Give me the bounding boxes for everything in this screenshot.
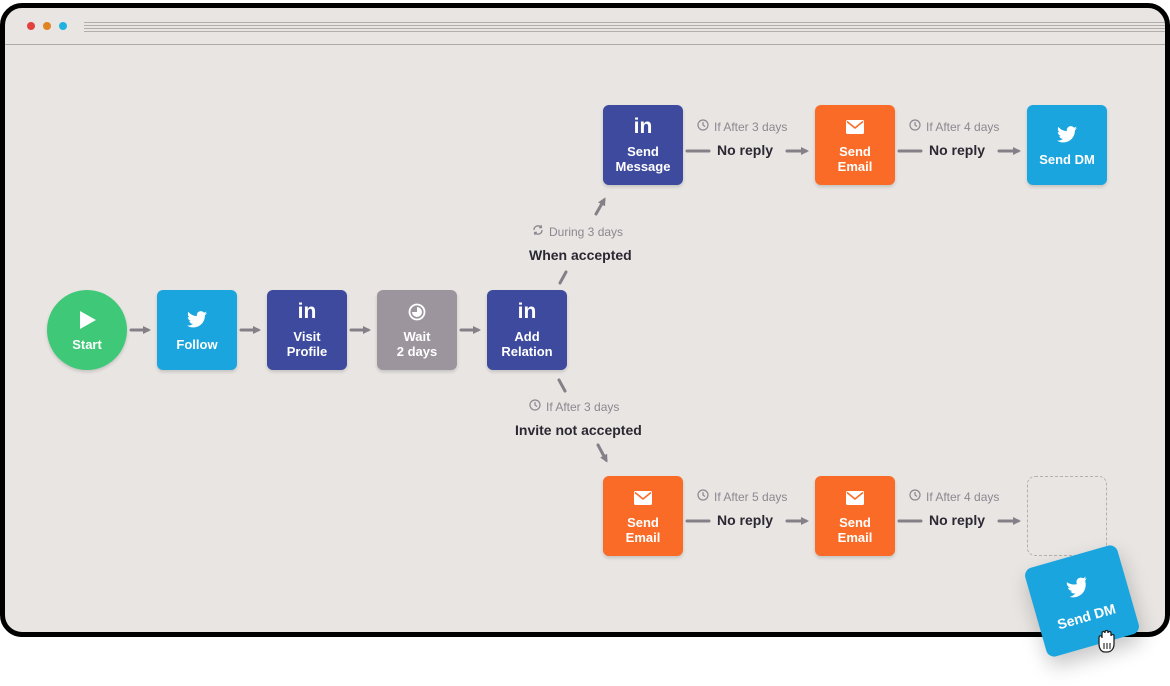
condition-label: No reply [717,512,774,528]
condition-timer-text: If After 5 days [714,489,788,504]
twitter-icon [1065,575,1092,603]
node-label: Send DM [1039,151,1095,167]
follow-node[interactable]: Follow [157,290,237,370]
node-label: Send [627,144,659,159]
arrow-accepted-message [594,197,606,216]
node-label: Email [837,530,873,545]
node-label: 2 days [396,344,438,359]
clock-icon [909,119,921,134]
linkedin-icon: in [517,300,537,323]
condition-label: Invite not accepted [515,422,642,438]
send-email-node[interactable]: Send Email [815,105,895,185]
mail-icon [634,487,652,509]
line-add-accepted [558,270,568,285]
twitter-icon [187,309,207,331]
empty-drop-slot[interactable] [1027,476,1107,556]
timer-icon [408,301,426,323]
grab-cursor-icon [1093,626,1121,654]
linkedin-icon: in [633,115,653,138]
node-label: Send [627,515,659,530]
condition-timer: If After 3 days [697,119,787,134]
clock-icon [697,119,709,134]
condition-timer-text: During 3 days [549,224,624,239]
start-node[interactable]: Start [47,290,127,370]
condition-timer: If After 3 days [529,399,619,414]
node-label: Wait [403,329,431,344]
node-label: Email [625,530,661,545]
condition-label: No reply [929,142,986,158]
wait-node[interactable]: Wait 2 days [377,290,457,370]
condition-timer: If After 5 days [697,489,787,504]
send-dm-node[interactable]: Send DM [1027,105,1107,185]
condition-timer: During 3 days [532,224,623,239]
send-email-node[interactable]: Send Email [603,476,683,556]
node-label: Add [514,329,540,344]
mail-icon [846,116,864,138]
condition-timer-text: If After 3 days [546,399,620,414]
twitter-icon [1057,124,1077,146]
play-icon [77,309,97,331]
node-label: Visit [293,329,321,344]
condition-label: No reply [929,512,986,528]
node-label: Send [839,515,871,530]
send-email-node[interactable]: Send Email [815,476,895,556]
node-label: Profile [286,344,328,359]
condition-timer-text: If After 4 days [926,119,1000,134]
clock-icon [909,489,921,504]
mail-icon [846,487,864,509]
workflow-canvas: Start Follow in Visit Profile Wait 2 day… [0,0,1170,686]
node-label: Send [839,144,871,159]
arrow-notaccepted-email [596,443,608,463]
condition-label: When accepted [529,247,632,263]
condition-label: No reply [717,142,774,158]
node-label: Start [72,336,102,352]
clock-icon [529,399,541,414]
condition-timer-text: If After 3 days [714,119,788,134]
add-relation-node[interactable]: in Add Relation [487,290,567,370]
clock-icon [697,489,709,504]
visit-profile-node[interactable]: in Visit Profile [267,290,347,370]
condition-timer-text: If After 4 days [926,489,1000,504]
line-add-notaccepted [557,378,567,393]
linkedin-icon: in [297,300,317,323]
send-message-node[interactable]: in Send Message [603,105,683,185]
node-label: Email [837,159,873,174]
refresh-icon [532,224,544,239]
node-label: Follow [176,336,218,352]
condition-timer: If After 4 days [909,489,999,504]
condition-timer: If After 4 days [909,119,999,134]
node-label: Message [615,159,671,174]
node-label: Relation [501,344,553,359]
